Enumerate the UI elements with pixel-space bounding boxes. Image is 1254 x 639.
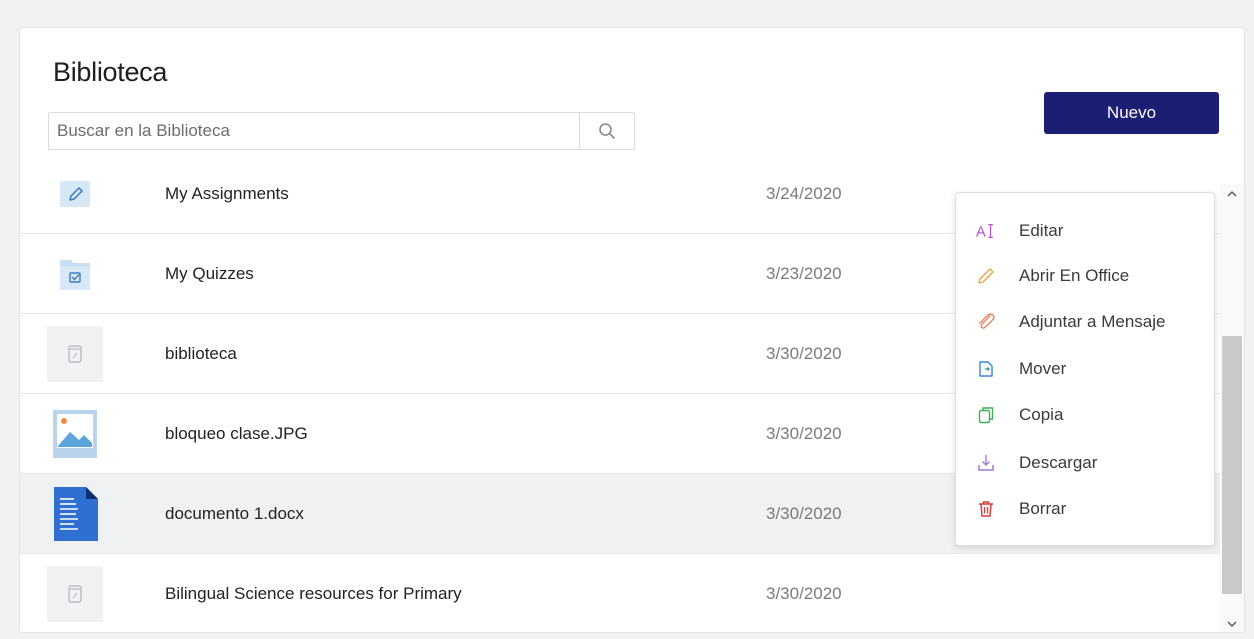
file-date: 3/30/2020	[766, 584, 842, 603]
library-panel: Biblioteca Nuevo My Assignments 3/24/202…	[19, 27, 1245, 633]
generic-file-icon	[47, 325, 103, 382]
file-name: Bilingual Science resources for Primary	[165, 584, 462, 603]
generic-file-icon	[47, 566, 103, 622]
move-icon	[976, 359, 996, 379]
pencil-icon	[976, 266, 996, 286]
search-box	[48, 112, 635, 150]
svg-text:A: A	[976, 224, 986, 240]
image-file-icon	[47, 406, 103, 462]
new-button[interactable]: Nuevo	[1044, 92, 1219, 134]
search-input[interactable]	[49, 113, 579, 149]
menu-item-copia[interactable]: Copia	[956, 395, 1214, 435]
chevron-up-icon	[1227, 191, 1237, 197]
menu-item-label: Descargar	[1019, 453, 1098, 472]
menu-item-label: Adjuntar a Mensaje	[1019, 312, 1166, 331]
vertical-scrollbar[interactable]	[1220, 184, 1244, 632]
scrollbar-thumb[interactable]	[1222, 336, 1242, 594]
file-date: 3/30/2020	[766, 423, 842, 443]
menu-item-borrar[interactable]: Borrar	[956, 489, 1214, 529]
copy-icon	[976, 405, 996, 425]
menu-item-label: Borrar	[1019, 499, 1067, 518]
menu-item-editar[interactable]: A Editar	[956, 211, 1214, 251]
search-button[interactable]	[579, 113, 634, 149]
file-name: biblioteca	[165, 343, 237, 363]
file-date: 3/24/2020	[766, 183, 842, 203]
download-icon	[976, 453, 996, 473]
menu-item-mover[interactable]: Mover	[956, 349, 1214, 389]
menu-item-label: Mover	[1019, 359, 1067, 378]
paperclip-icon	[976, 312, 996, 332]
menu-item-label: Abrir En Office	[1019, 266, 1130, 285]
word-document-icon	[47, 486, 103, 542]
file-date: 3/23/2020	[766, 263, 842, 283]
assignment-pencil-icon	[47, 166, 103, 222]
trash-icon	[976, 499, 996, 519]
quiz-folder-icon	[47, 246, 103, 302]
context-menu: A Editar Abrir En Office Adjuntar a Mens…	[955, 192, 1215, 546]
menu-item-label: Copia	[1019, 405, 1064, 424]
edit-text-icon: A	[976, 221, 996, 241]
file-date: 3/30/2020	[766, 343, 842, 363]
file-name: My Quizzes	[165, 263, 254, 283]
menu-item-label: Editar	[1019, 221, 1064, 240]
file-name: bloqueo clase.JPG	[165, 423, 308, 443]
scroll-up-button[interactable]	[1220, 184, 1244, 204]
menu-item-adjuntar-a-mensaje[interactable]: Adjuntar a Mensaje	[956, 302, 1214, 342]
file-name: My Assignments	[165, 183, 289, 203]
search-icon	[599, 123, 615, 139]
chevron-down-icon	[1227, 621, 1237, 627]
scroll-down-button[interactable]	[1220, 614, 1244, 632]
file-name: documento 1.docx	[165, 503, 304, 523]
menu-item-abrir-en-office[interactable]: Abrir En Office	[956, 256, 1214, 296]
page-title: Biblioteca	[53, 57, 168, 87]
file-date: 3/30/2020	[766, 503, 842, 523]
menu-item-descargar[interactable]: Descargar	[956, 443, 1214, 483]
file-row[interactable]: Bilingual Science resources for Primary …	[20, 554, 1220, 632]
